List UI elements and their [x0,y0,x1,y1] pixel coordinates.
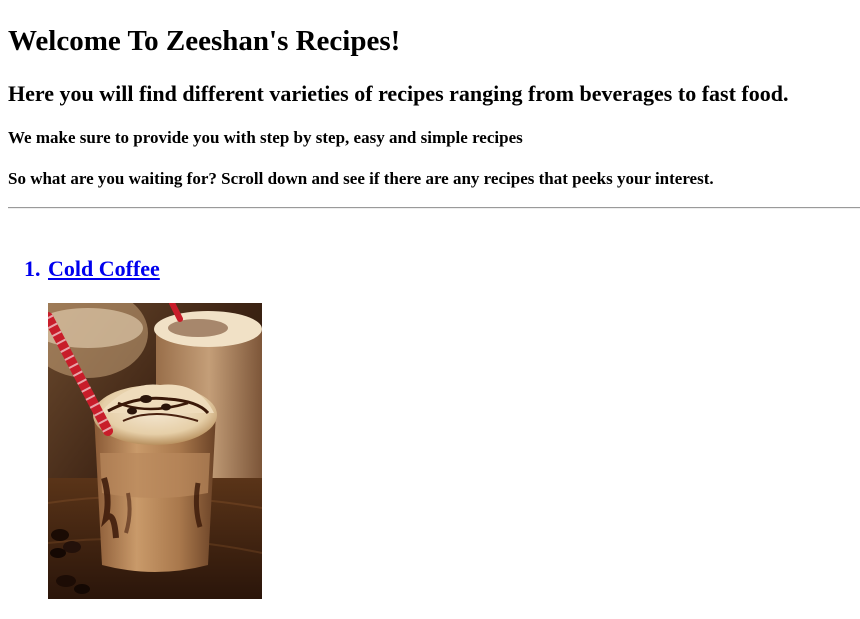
tagline: We make sure to provide you with step by… [8,128,523,147]
divider [8,207,860,209]
page-subtitle: Here you will find different varieties o… [8,81,789,106]
recipe-link-cold-coffee[interactable]: Cold Coffee [48,256,160,282]
cold-coffee-image [48,303,262,599]
call-to-action: So what are you waiting for? Scroll down… [8,169,714,188]
page-title: Welcome To Zeeshan's Recipes! [8,25,401,57]
recipe-number: 1. [24,256,41,281]
